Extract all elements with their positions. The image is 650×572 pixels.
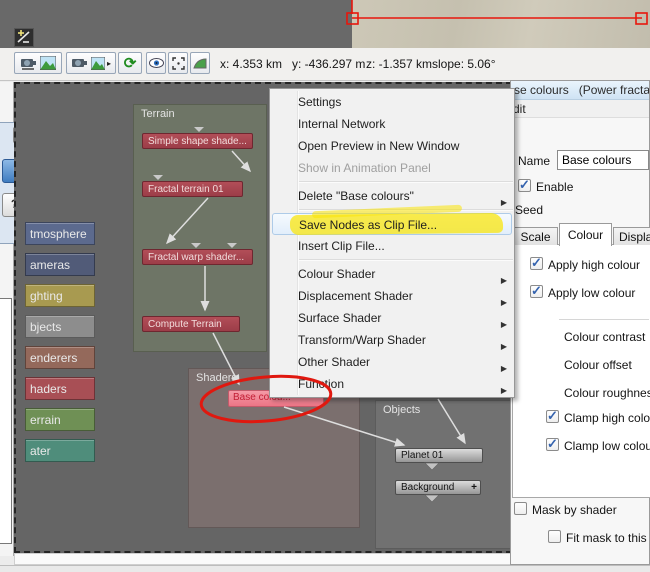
menu-item-colour-shader[interactable]: Colour Shader ▶ bbox=[270, 263, 514, 285]
fit-mask-label: Fit mask to this bbox=[566, 531, 647, 545]
sidebar-item-cameras[interactable]: ameras bbox=[25, 253, 95, 276]
node-compute-terrain[interactable]: Compute Terrain bbox=[142, 316, 240, 332]
menu-item-show-in-animation-panel: Show in Animation Panel bbox=[298, 161, 431, 175]
sidebar-item-atmosphere[interactable]: tmosphere bbox=[25, 222, 95, 245]
clamp-high-label: Clamp high colour bbox=[564, 411, 650, 425]
objects-group-title: Objects bbox=[383, 404, 421, 416]
eye-icon bbox=[148, 58, 164, 68]
menu-item-internal-network[interactable]: Internal Network bbox=[270, 113, 514, 135]
sidebar-item-shaders[interactable]: haders bbox=[25, 377, 95, 400]
tab-scale[interactable]: Scale bbox=[513, 227, 558, 245]
status-bar bbox=[0, 565, 650, 572]
objects-group-box[interactable]: Objects bbox=[375, 400, 512, 549]
render-view-button[interactable] bbox=[14, 52, 62, 74]
colour-offset-label: Colour offset bbox=[564, 358, 632, 372]
menu-item-function[interactable]: Function ▶ bbox=[270, 373, 514, 395]
preview-toolbar: ▸ ⟳ x: 4.353 km y: -436.297 m z: -1.357 … bbox=[0, 48, 650, 81]
tab-colour[interactable]: Colour bbox=[559, 223, 612, 246]
node-context-menu: Settings Internal Network Open Preview i… bbox=[269, 88, 515, 398]
sidebar-item-objects[interactable]: bjects bbox=[25, 315, 95, 338]
shaders-group-title: Shaders bbox=[196, 372, 237, 384]
node-simple-shape-shader[interactable]: Simple shape shade... bbox=[142, 133, 253, 149]
divider bbox=[559, 319, 649, 320]
frame-brackets-icon bbox=[171, 56, 185, 70]
apply-high-colour-label: Apply high colour bbox=[548, 258, 641, 272]
camera-icon bbox=[21, 59, 36, 70]
node-fractal-warp-shader[interactable]: Fractal warp shader... bbox=[142, 249, 253, 265]
coord-z: z: -1.357 km bbox=[366, 57, 433, 71]
seed-label: Seed bbox=[515, 203, 544, 217]
panel-menu-edit[interactable]: dit bbox=[511, 100, 649, 118]
coord-y: y: -436.297 m bbox=[292, 57, 366, 71]
app-window: ▸ ⟳ x: 4.353 km y: -436.297 m z: -1.357 … bbox=[0, 0, 650, 572]
expand-plus-icon[interactable]: + bbox=[471, 481, 477, 494]
mask-by-shader-label: Mask by shader bbox=[532, 503, 617, 517]
camera-icon bbox=[71, 59, 87, 67]
menu-item-transform-warp-shader[interactable]: Transform/Warp Shader ▶ bbox=[270, 329, 514, 351]
dropdown-arrow-icon: ▸ bbox=[106, 58, 111, 68]
sidebar-item-terrain[interactable]: errain bbox=[25, 408, 95, 431]
preview-empty-area bbox=[0, 0, 352, 48]
sidebar-item-water[interactable]: ater bbox=[25, 439, 95, 462]
colour-roughness-label: Colour roughness bbox=[564, 386, 650, 400]
refresh-button[interactable]: ⟳ bbox=[118, 52, 142, 74]
menu-item-open-preview[interactable]: Open Preview in New Window bbox=[270, 135, 514, 157]
terrain-group-title: Terrain bbox=[141, 108, 175, 120]
sidebar-item-lighting[interactable]: ghting bbox=[25, 284, 95, 307]
curve-icon bbox=[193, 58, 207, 69]
coord-slope: slope: 5.06° bbox=[432, 57, 496, 71]
enable-label: Enable bbox=[536, 180, 574, 194]
fit-mask-checkbox[interactable] bbox=[548, 530, 561, 543]
shader-parameter-panel: se colours (Power fracta dit Name Enable… bbox=[510, 80, 650, 565]
node-background-label: Background bbox=[401, 482, 455, 493]
colour-contrast-label: Colour contrast bbox=[564, 330, 646, 344]
frame-selection-button[interactable] bbox=[168, 52, 188, 74]
menu-item-delete-base-colours[interactable]: Delete "Base colours" ▶ bbox=[270, 185, 514, 207]
apply-low-colour-checkbox[interactable] bbox=[530, 283, 543, 299]
sidebar-item-renderers[interactable]: enderers bbox=[25, 346, 95, 369]
background-listbox-fragment bbox=[0, 298, 12, 544]
visibility-button[interactable] bbox=[146, 52, 166, 74]
render-dropdown-button[interactable]: ▸ bbox=[66, 52, 116, 74]
terrain-preview-image bbox=[352, 0, 650, 48]
name-input[interactable] bbox=[557, 150, 649, 170]
menu-item-insert-clip-file[interactable]: Insert Clip File... bbox=[270, 235, 514, 257]
levels-adjust-icon[interactable] bbox=[14, 28, 34, 47]
apply-low-colour-label: Apply low colour bbox=[548, 286, 636, 300]
menu-item-surface-shader[interactable]: Surface Shader ▶ bbox=[270, 307, 514, 329]
horizontal-scrollbar[interactable] bbox=[14, 553, 512, 565]
submenu-arrow-icon: ▶ bbox=[500, 198, 507, 207]
node-background[interactable]: Background + bbox=[395, 480, 481, 495]
mask-by-shader-checkbox[interactable] bbox=[514, 502, 527, 515]
node-planet-01[interactable]: Planet 01 bbox=[395, 448, 483, 463]
apply-high-colour-checkbox[interactable] bbox=[530, 255, 543, 271]
refresh-icon: ⟳ bbox=[123, 55, 137, 72]
enable-checkbox[interactable] bbox=[518, 177, 531, 193]
menu-separator bbox=[299, 181, 513, 183]
tab-displacement[interactable]: Displacement bbox=[613, 227, 650, 245]
name-label: Name bbox=[518, 154, 551, 168]
menu-separator bbox=[299, 259, 513, 261]
menu-item-settings[interactable]: Settings bbox=[270, 91, 514, 113]
clamp-low-checkbox[interactable] bbox=[546, 436, 559, 452]
submenu-arrow-icon: ▶ bbox=[500, 386, 507, 395]
image-thumbnail-icon bbox=[40, 56, 56, 70]
clamp-low-label: Clamp low colour bbox=[564, 439, 650, 453]
menu-item-other-shader[interactable]: Other Shader ▶ bbox=[270, 351, 514, 373]
node-fractal-terrain-01[interactable]: Fractal terrain 01 bbox=[142, 181, 243, 197]
clamp-high-checkbox[interactable] bbox=[546, 408, 559, 424]
menu-item-displacement-shader[interactable]: Displacement Shader ▶ bbox=[270, 285, 514, 307]
panel-title: se colours (Power fracta bbox=[511, 81, 649, 100]
coord-x: x: 4.353 km bbox=[220, 57, 283, 71]
image-thumbnail-icon bbox=[90, 56, 105, 70]
curve-profile-button[interactable] bbox=[190, 52, 210, 74]
